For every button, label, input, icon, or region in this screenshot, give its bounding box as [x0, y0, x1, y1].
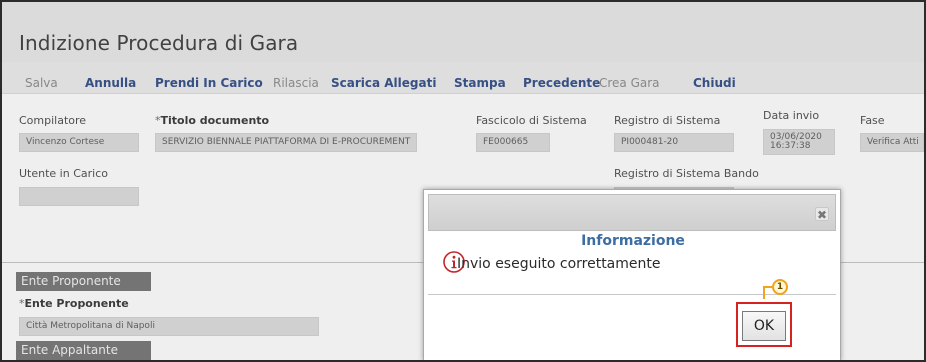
- dialog-separator: [428, 294, 836, 295]
- dialog-message: Invio eseguito correttamente: [457, 256, 661, 272]
- info-dialog: ✖ Informazione Invio eseguito correttame…: [423, 189, 841, 360]
- dialog-header: ✖: [428, 194, 836, 231]
- dialog-title: Informazione: [581, 233, 685, 249]
- close-icon[interactable]: ✖: [815, 207, 829, 222]
- screenshot-frame: Indizione Procedura di Gara Salva Annull…: [0, 0, 926, 362]
- ok-button[interactable]: OK: [742, 311, 786, 341]
- callout-badge: 1: [772, 279, 788, 295]
